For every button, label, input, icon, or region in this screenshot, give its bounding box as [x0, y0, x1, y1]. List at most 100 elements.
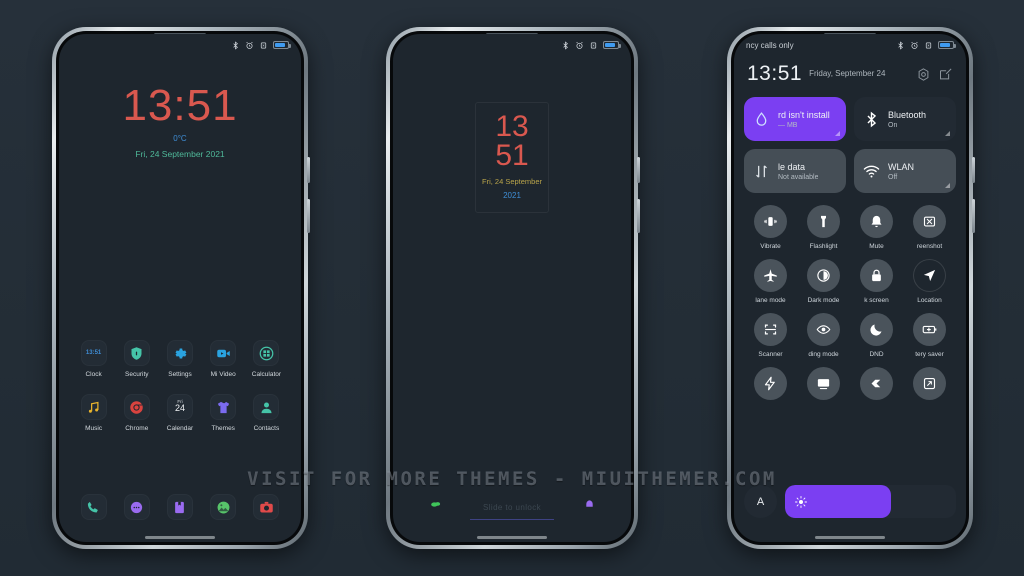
- volume-button[interactable]: [972, 157, 975, 183]
- wifi-icon: [863, 165, 880, 177]
- expand-corner-icon[interactable]: [945, 131, 950, 136]
- app-label: Clock: [85, 371, 102, 378]
- quick-settings-big-tiles: rd isn't install — MB Bluetooth On le da…: [744, 97, 956, 193]
- tile-subtitle: Off: [888, 173, 898, 181]
- phone-3-screen: ncy calls only 13:51 Friday, September 2…: [734, 34, 966, 542]
- file-manager-icon: [166, 494, 193, 520]
- app-calendar[interactable]: Fri 24 Calendar: [159, 394, 200, 432]
- toggle-circle: [807, 259, 840, 292]
- app-chrome[interactable]: Chrome: [116, 394, 157, 432]
- toggle-circle: [807, 313, 840, 346]
- power-button[interactable]: [972, 199, 975, 233]
- dock-item-messages[interactable]: [116, 494, 157, 520]
- gear-icon: [166, 340, 193, 366]
- volume-button[interactable]: [307, 157, 310, 183]
- alarm-icon: [246, 41, 253, 49]
- phone-1-screen: 13:51 0°C Fri, 24 September 2021 13:51 C…: [59, 34, 301, 542]
- control-center-header: 13:51 Friday, September 24: [744, 62, 956, 86]
- bluetooth-icon: [867, 111, 877, 127]
- power-button[interactable]: [307, 199, 310, 233]
- app-calculator[interactable]: Calculator: [246, 340, 287, 378]
- dock-item-gallery[interactable]: [203, 494, 244, 520]
- tile-sim-data[interactable]: rd isn't install — MB: [744, 97, 846, 141]
- auto-brightness-button[interactable]: A: [744, 485, 777, 518]
- toggle-label: Flashlight: [809, 243, 838, 250]
- status-bar: [393, 34, 631, 56]
- home-indicator: [477, 536, 547, 539]
- toggle-label: lane mode: [755, 297, 786, 304]
- tile-wlan[interactable]: WLAN Off: [854, 149, 956, 193]
- rotate-icon: [923, 377, 936, 390]
- toggle-vibrate[interactable]: Vibrate: [744, 205, 797, 250]
- toggle-contrast[interactable]: [850, 367, 903, 405]
- vibrate-icon: [260, 42, 267, 48]
- app-security[interactable]: Security: [116, 340, 157, 378]
- toggle-label: reenshot: [916, 243, 943, 250]
- status-bar: [59, 34, 301, 56]
- dark-mode-icon: [817, 269, 830, 282]
- app-mi-video[interactable]: Mi Video: [203, 340, 244, 378]
- dock-item-file-manager[interactable]: [159, 494, 200, 520]
- dock-item-camera[interactable]: [246, 494, 287, 520]
- toggle-airplane-mode[interactable]: lane mode: [744, 259, 797, 304]
- power-button[interactable]: [637, 199, 640, 233]
- dock-item-phone[interactable]: [73, 494, 114, 520]
- lock-icon: [872, 269, 881, 282]
- toggle-lightning[interactable]: [744, 367, 797, 405]
- mobile-data-icon: [756, 164, 767, 178]
- phone-icon: [80, 494, 107, 520]
- clock-hour: 13: [495, 110, 529, 143]
- tile-mobile-data[interactable]: le data Not available: [744, 149, 846, 193]
- toggle-rotate[interactable]: [903, 367, 956, 405]
- toggle-flashlight[interactable]: Flashlight: [797, 205, 850, 250]
- toggle-battery-saver[interactable]: tery saver: [903, 313, 956, 358]
- toggle-dark-mode[interactable]: Dark mode: [797, 259, 850, 304]
- expand-corner-icon[interactable]: [945, 183, 950, 188]
- app-clock[interactable]: 13:51 Clock: [73, 340, 114, 378]
- clock-icon-time: 13:51: [85, 350, 102, 356]
- screenshot-stage: 13:51 0°C Fri, 24 September 2021 13:51 C…: [0, 0, 1024, 576]
- tile-title: WLAN: [888, 161, 915, 172]
- clock-icon: 13:51: [80, 340, 107, 366]
- alarm-icon: [576, 41, 583, 49]
- toggle-mute[interactable]: Mute: [850, 205, 903, 250]
- toggle-dnd[interactable]: DND: [850, 313, 903, 358]
- app-label: Contacts: [253, 425, 280, 432]
- toggle-lock-screen[interactable]: k screen: [850, 259, 903, 304]
- slide-to-unlock-hint: Slide to unlock: [482, 503, 542, 512]
- app-settings[interactable]: Settings: [159, 340, 200, 378]
- gear-icon[interactable]: [916, 67, 931, 82]
- scanner-icon: [764, 324, 777, 335]
- app-contacts[interactable]: Contacts: [246, 394, 287, 432]
- toggle-circle: [913, 205, 946, 238]
- toggle-cast[interactable]: [797, 367, 850, 405]
- app-music[interactable]: Music: [73, 394, 114, 432]
- toggle-screenshot[interactable]: reenshot: [903, 205, 956, 250]
- toggle-circle: [913, 367, 946, 400]
- weather-temperature: 0°C: [173, 134, 187, 143]
- toggle-scanner[interactable]: Scanner: [744, 313, 797, 358]
- bell-icon: [871, 215, 882, 228]
- edit-icon[interactable]: [938, 67, 953, 82]
- shield-icon: [123, 340, 150, 366]
- toggle-reading-mode[interactable]: ding mode: [797, 313, 850, 358]
- unlock-underline: [470, 519, 554, 520]
- clock-time: 13:51: [122, 81, 238, 130]
- brightness-slider[interactable]: [785, 485, 956, 518]
- clock-minute: 51: [495, 138, 529, 172]
- app-label: Security: [125, 371, 149, 378]
- screenshot-icon: [923, 216, 936, 227]
- expand-corner-icon[interactable]: [835, 131, 840, 136]
- app-themes[interactable]: Themes: [203, 394, 244, 432]
- toggle-location[interactable]: Location: [903, 259, 956, 304]
- cast-icon: [817, 379, 830, 390]
- flashlight-icon: [821, 215, 826, 228]
- volume-button[interactable]: [637, 157, 640, 183]
- toggle-circle: [860, 205, 893, 238]
- tile-bluetooth[interactable]: Bluetooth On: [854, 97, 956, 141]
- app-label: Calendar: [166, 425, 194, 432]
- tile-title: Bluetooth: [888, 109, 927, 120]
- toggle-circle: [754, 313, 787, 346]
- sim-data-icon: [756, 111, 767, 126]
- location-icon: [923, 269, 936, 282]
